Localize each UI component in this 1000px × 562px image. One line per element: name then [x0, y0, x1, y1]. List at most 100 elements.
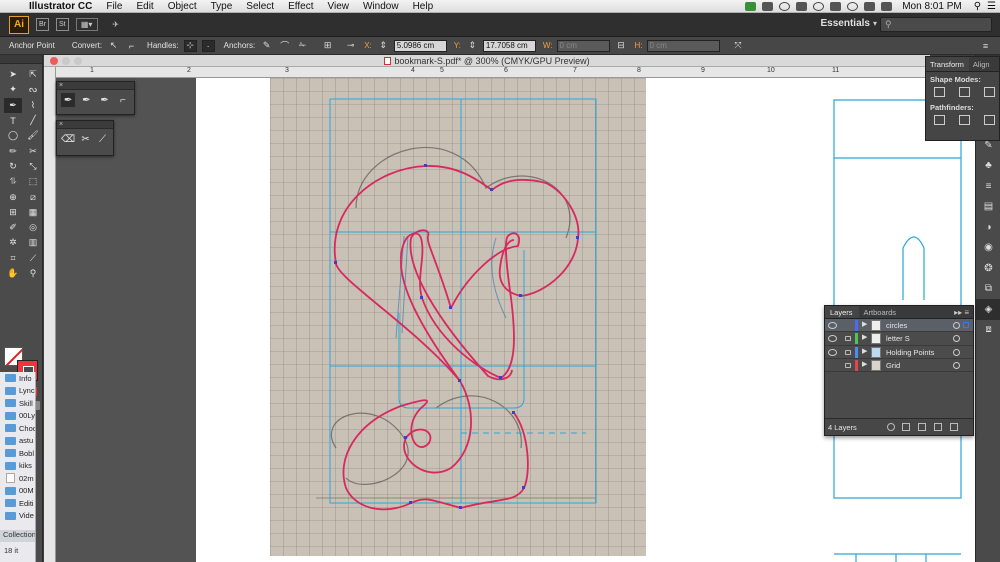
finder-item[interactable]: Vide: [0, 510, 35, 523]
blend-tool-icon[interactable]: ◎: [24, 220, 42, 235]
anchor-point[interactable]: [449, 306, 452, 309]
scissors-tool-icon[interactable]: ✂: [24, 143, 42, 158]
convert-to-corner-icon[interactable]: ↖: [107, 40, 120, 52]
remove-anchor-icon[interactable]: ✎: [260, 40, 273, 52]
clock[interactable]: Mon 8:01 PM: [902, 1, 961, 12]
target-circle-icon[interactable]: [953, 335, 960, 343]
menu-edit[interactable]: Edit: [129, 1, 160, 12]
anchor-point[interactable]: [512, 411, 515, 414]
layer-row[interactable]: ▶ Holding Points: [825, 346, 973, 359]
layer-row[interactable]: ▶ letter S: [825, 332, 973, 346]
menu-effect[interactable]: Effect: [281, 1, 320, 12]
anchor-point[interactable]: [499, 376, 502, 379]
delete-anchor-point-tool-icon[interactable]: ✒: [98, 93, 112, 107]
finder-item[interactable]: 02m: [0, 472, 35, 485]
gradient-icon[interactable]: ▤: [976, 197, 1000, 218]
curvature-tool-icon[interactable]: ⌇: [24, 98, 42, 113]
pencil-tool-icon[interactable]: ✏: [4, 143, 22, 158]
horizontal-ruler[interactable]: 1 2 3 4 5 6 7 8 9 10 11: [56, 67, 930, 78]
layers-icon[interactable]: ◈: [976, 299, 1000, 320]
direct-selection-tool-icon[interactable]: ⇱: [24, 67, 42, 82]
gradient-tool-icon[interactable]: ▦: [24, 205, 42, 220]
dropbox-icon[interactable]: [762, 2, 774, 11]
trim-icon[interactable]: [959, 115, 970, 125]
ellipse-tool-icon[interactable]: ◯: [4, 128, 22, 143]
tab-align[interactable]: Align: [969, 57, 995, 71]
search-adobe-stock-input[interactable]: ⚲: [880, 17, 992, 32]
image-trace-icon[interactable]: ⧉: [976, 279, 1000, 300]
tools-panel-grip[interactable]: [0, 55, 42, 64]
chevron-down-icon[interactable]: ▾: [873, 19, 877, 28]
column-graph-tool-icon[interactable]: ▥: [24, 235, 42, 250]
symbol-sprayer-tool-icon[interactable]: ✲: [4, 235, 22, 250]
layer-name[interactable]: letter S: [886, 334, 910, 343]
anchor-point[interactable]: [424, 164, 427, 167]
new-sublayer-icon[interactable]: [918, 423, 926, 431]
target-circle-icon[interactable]: [953, 361, 960, 369]
anchor-point[interactable]: [522, 486, 525, 489]
mesh-tool-icon[interactable]: ⊞: [4, 205, 22, 220]
reference-point-icon[interactable]: ⊸: [344, 40, 357, 52]
transparency-icon[interactable]: ◑: [976, 217, 1000, 238]
expand-triangle-icon[interactable]: ▶: [862, 333, 867, 341]
perspective-grid-tool-icon[interactable]: ⧄: [24, 189, 42, 204]
finder-item[interactable]: Editi: [0, 497, 35, 510]
cut-path-icon[interactable]: ✁: [296, 40, 309, 52]
finder-item[interactable]: Lync: [0, 385, 35, 398]
expand-triangle-icon[interactable]: ▶: [862, 320, 867, 328]
knife-tool-icon[interactable]: ⟋: [96, 132, 109, 146]
finder-item[interactable]: 00M: [0, 485, 35, 498]
constrain-proportions-icon[interactable]: ⊟: [615, 40, 628, 52]
panel-menu-icon[interactable]: ≡: [979, 40, 992, 52]
layer-row[interactable]: ▶ Grid: [825, 359, 973, 373]
divide-icon[interactable]: [934, 115, 945, 125]
layer-name[interactable]: circles: [886, 321, 907, 330]
eyedropper-tool-icon[interactable]: ✐: [4, 220, 22, 235]
stock-button[interactable]: St: [56, 18, 69, 31]
minus-front-icon[interactable]: [959, 87, 970, 97]
merge-icon[interactable]: [984, 115, 995, 125]
hide-handles-icon[interactable]: ·: [201, 39, 215, 52]
make-clipping-mask-icon[interactable]: [902, 423, 910, 431]
connect-anchor-icon[interactable]: ⌒: [278, 40, 291, 52]
spotlight-icon[interactable]: ⚲: [974, 1, 981, 12]
anchor-point[interactable]: [420, 296, 423, 299]
delete-layer-icon[interactable]: [950, 423, 958, 431]
pen-tool-icon[interactable]: ✒: [61, 93, 76, 107]
expand-triangle-icon[interactable]: ▶: [862, 360, 867, 368]
sync-icon[interactable]: [779, 2, 791, 11]
time-machine-icon[interactable]: [813, 2, 825, 11]
bluetooth-icon[interactable]: [830, 2, 842, 11]
expand-triangle-icon[interactable]: ▶: [862, 347, 867, 355]
finder-item[interactable]: astu: [0, 435, 35, 448]
visibility-eye-icon[interactable]: [828, 335, 837, 343]
selection-tool-icon[interactable]: ➤: [4, 67, 22, 82]
menu-help[interactable]: Help: [406, 1, 441, 12]
volume-icon[interactable]: [864, 2, 876, 11]
finder-item[interactable]: Choc: [0, 422, 35, 435]
align-to-icon[interactable]: ⊞: [321, 40, 334, 52]
visibility-eye-icon[interactable]: [828, 348, 837, 356]
anchor-point[interactable]: [490, 188, 493, 191]
tab-transform[interactable]: Transform: [926, 57, 969, 71]
width-tool-icon[interactable]: ⥮: [4, 174, 22, 189]
anchor-point[interactable]: [458, 379, 461, 382]
menu-object[interactable]: Object: [161, 1, 204, 12]
finder-item[interactable]: 00Ly: [0, 410, 35, 423]
menu-file[interactable]: File: [99, 1, 129, 12]
shape-builder-tool-icon[interactable]: ⊕: [4, 189, 22, 204]
scissors-tool-icon[interactable]: ✂: [79, 132, 92, 146]
anchor-point[interactable]: [519, 294, 522, 297]
x-field[interactable]: 5.0986 cm: [393, 39, 447, 52]
workspace-switcher[interactable]: Essentials: [821, 18, 870, 29]
finder-item[interactable]: Skill: [0, 397, 35, 410]
line-tool-icon[interactable]: ╱: [24, 113, 42, 128]
symbols-icon[interactable]: ♣: [976, 156, 1000, 177]
menu-type[interactable]: Type: [204, 1, 240, 12]
h-field[interactable]: 0 cm: [646, 39, 720, 52]
transform-icon[interactable]: ⤧: [732, 40, 745, 52]
target-circle-icon[interactable]: [953, 348, 960, 356]
graphic-styles-icon[interactable]: ❂: [976, 258, 1000, 279]
gpu-performance-icon[interactable]: ✈: [105, 18, 127, 31]
stroke-icon[interactable]: ≡: [976, 176, 1000, 197]
